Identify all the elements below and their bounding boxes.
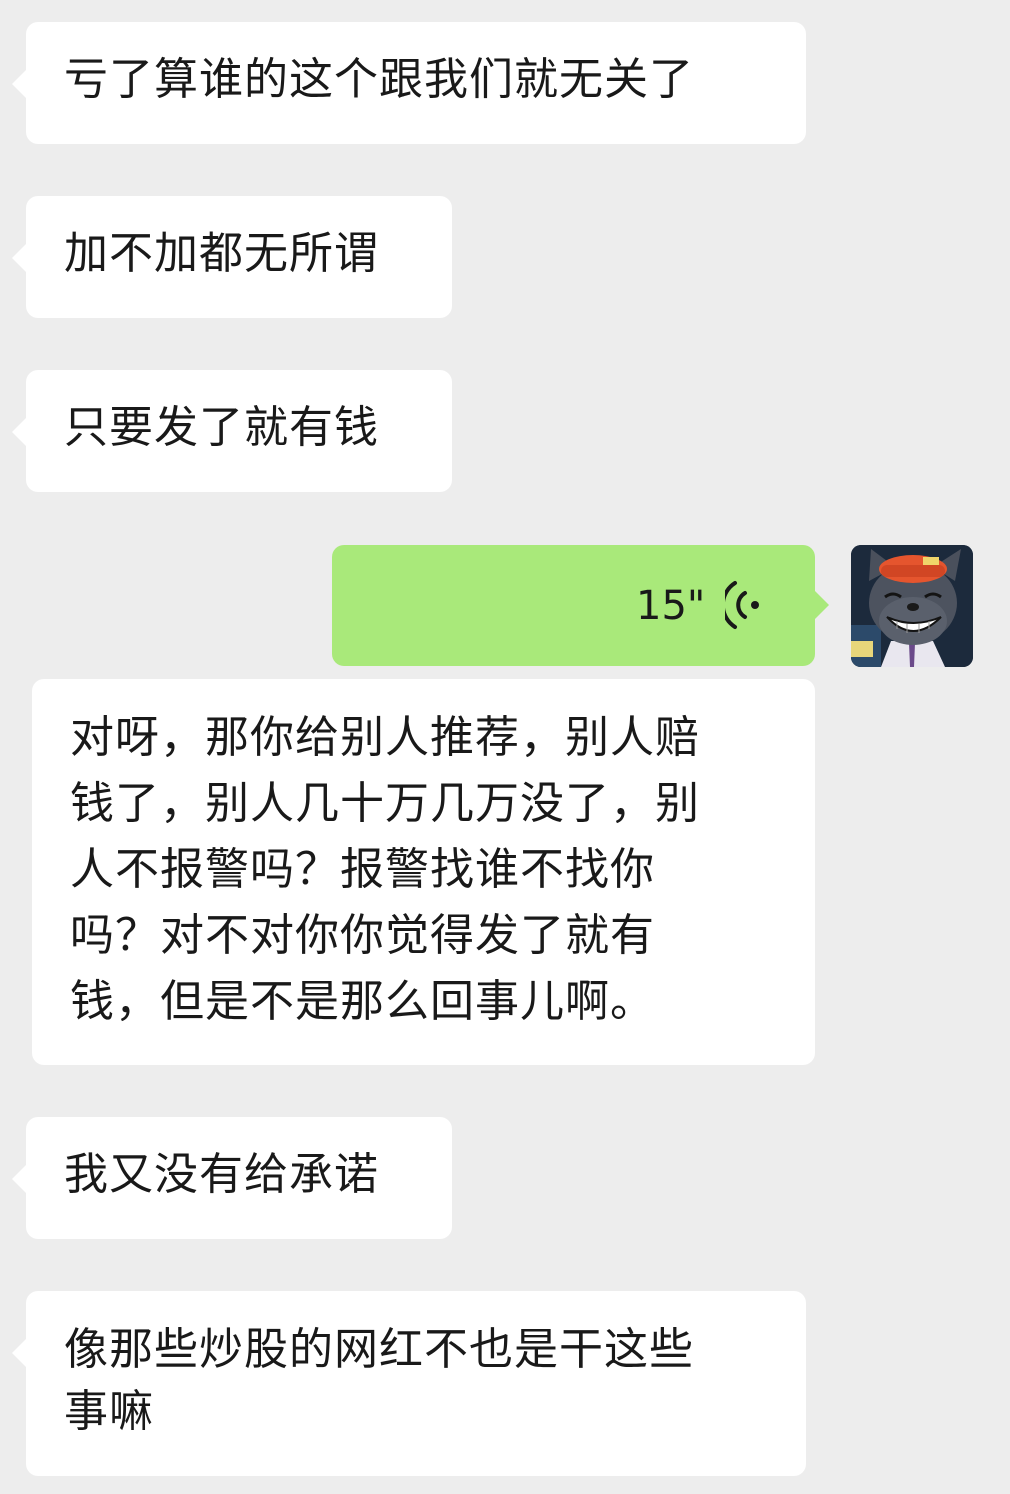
voice-wave-icon (725, 581, 759, 629)
received-message[interactable]: 亏了算谁的这个跟我们就无关了 (12, 22, 806, 144)
message-text: 加不加都无所谓 (64, 228, 379, 279)
message-text: 我又没有给承诺 (64, 1149, 379, 1200)
message-line: 人不报警吗？报警找谁不找你 (70, 844, 655, 895)
received-message[interactable]: 加不加都无所谓 (12, 196, 452, 318)
received-message[interactable]: 只要发了就有钱 (12, 370, 452, 492)
message-line: 像那些炒股的网红不也是干这些 (64, 1324, 694, 1375)
cartoon-wolf-avatar (851, 545, 973, 667)
message-line: 钱了，别人几十万几万没了，别 (70, 778, 700, 829)
received-message[interactable]: 对呀，那你给别人推荐，别人赔 钱了，别人几十万几万没了，别 人不报警吗？报警找谁… (32, 679, 815, 1065)
message-text: 亏了算谁的这个跟我们就无关了 (64, 54, 694, 105)
message-line: 对呀，那你给别人推荐，别人赔 (70, 712, 700, 763)
message-line: 吗？对不对你你觉得发了就有 (70, 910, 655, 961)
avatar[interactable] (851, 545, 973, 667)
message-line: 钱，但是不是那么回事儿啊。 (70, 976, 655, 1027)
voice-message-bubble[interactable]: 15" (332, 545, 829, 666)
received-message[interactable]: 像那些炒股的网红不也是干这些 事嘛 (12, 1291, 806, 1476)
message-text: 只要发了就有钱 (64, 402, 379, 453)
received-message[interactable]: 我又没有给承诺 (12, 1117, 452, 1239)
voice-duration: 15" (636, 583, 706, 629)
message-line: 事嘛 (64, 1386, 154, 1437)
